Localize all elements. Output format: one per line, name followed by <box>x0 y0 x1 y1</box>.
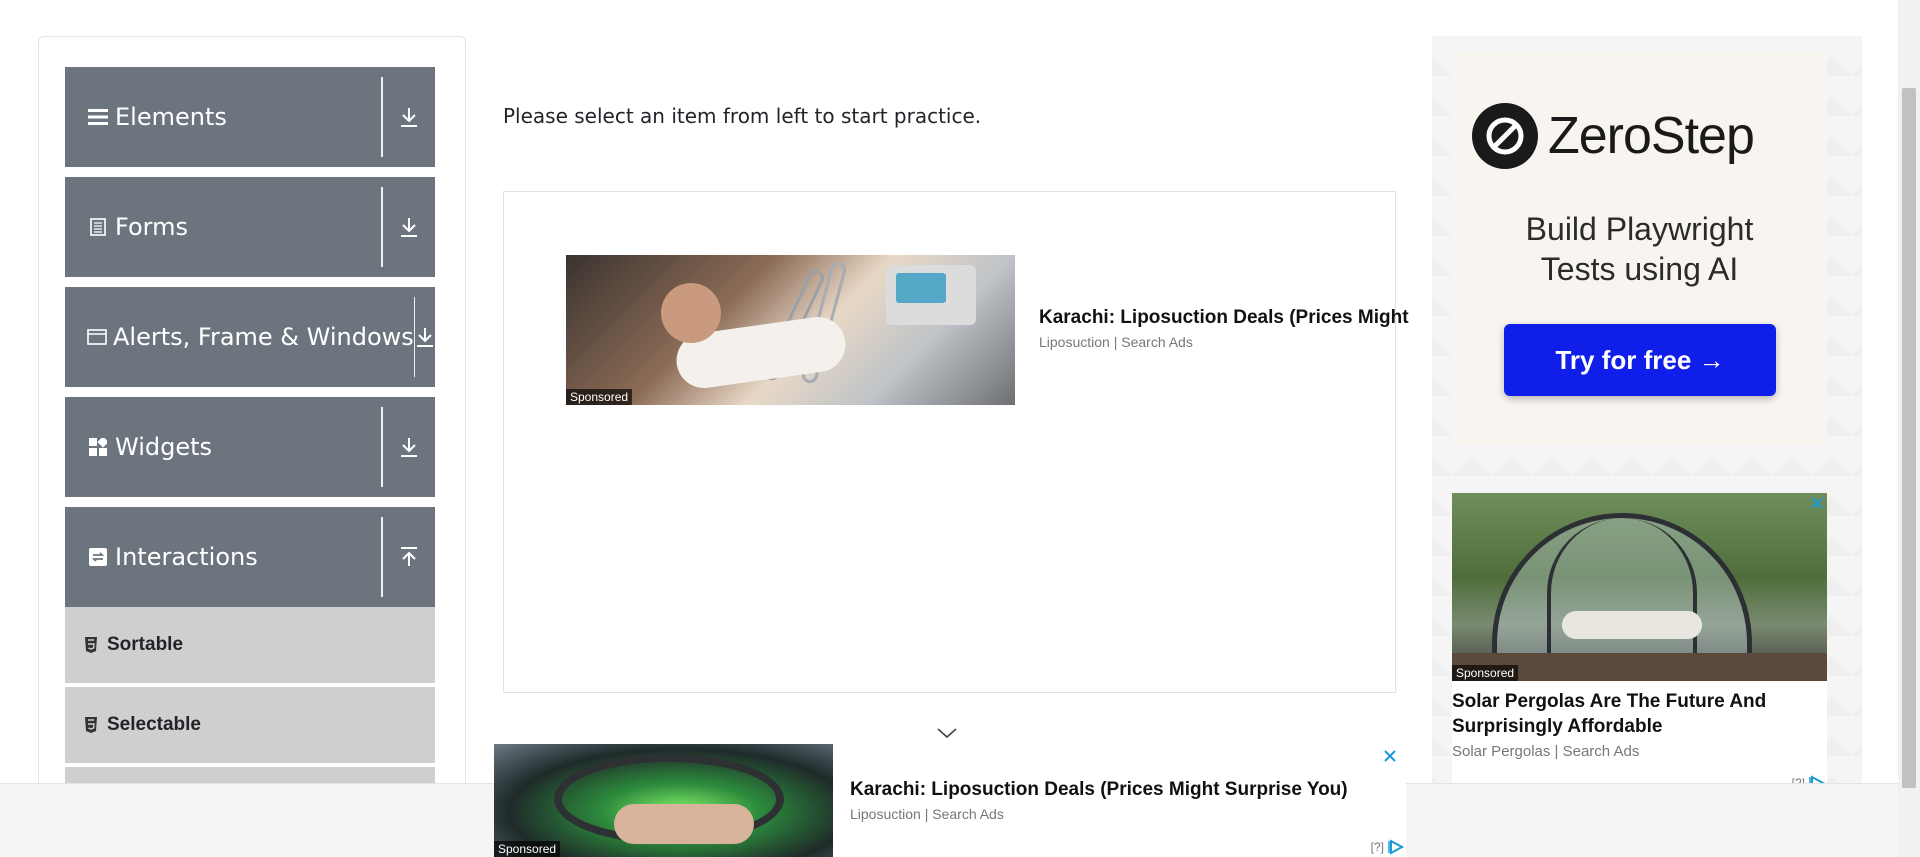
adchoices[interactable]: [?] <box>1371 839 1406 855</box>
close-icon[interactable] <box>1809 495 1825 511</box>
zerostep-tagline-line1: Build Playwright <box>1525 211 1754 247</box>
zerostep-tagline-line2: Tests using AI <box>1540 251 1739 287</box>
window-icon <box>87 326 107 348</box>
collapse-icon[interactable] <box>383 507 435 607</box>
group-forms[interactable]: Forms <box>65 177 435 277</box>
divider <box>381 407 383 487</box>
group-forms-label: Forms <box>115 213 188 241</box>
adchoices-icon <box>1388 839 1405 855</box>
sponsored-label: Sponsored <box>494 841 561 857</box>
divider <box>381 187 383 267</box>
ad-source: Liposuction | Search Ads <box>1039 334 1193 350</box>
html5-icon <box>83 637 99 653</box>
ad-source: Liposuction | Search Ads <box>850 806 1004 822</box>
ad-title[interactable]: Karachi: Liposuction Deals (Prices Might <box>1039 307 1409 329</box>
expand-icon[interactable] <box>383 397 435 497</box>
zerostep-tagline: Build Playwright Tests using AI <box>1452 209 1827 289</box>
instruction-text: Please select an item from left to start… <box>503 104 982 128</box>
chevron-down-icon[interactable] <box>936 726 958 740</box>
ad-source: Solar Pergolas | Search Ads <box>1452 743 1640 760</box>
sidebar-item-selectable[interactable]: Selectable <box>65 687 435 765</box>
bottom-ad[interactable]: Sponsored Karachi: Liposuction Deals (Pr… <box>494 744 1406 857</box>
group-widgets[interactable]: Widgets <box>65 397 435 497</box>
pergola-ad[interactable]: Sponsored Solar Pergolas Are The Future … <box>1452 493 1827 791</box>
widgets-icon <box>87 436 109 458</box>
ad-image: Sponsored <box>1452 493 1827 681</box>
expand-icon[interactable] <box>415 287 435 387</box>
zerostep-brand: ZeroStep <box>1548 107 1755 165</box>
right-ad-column: ZeroStep Build Playwright Tests using AI… <box>1432 36 1862 857</box>
interactions-icon <box>87 546 109 568</box>
group-widgets-label: Widgets <box>115 433 213 461</box>
zerostep-logo: ZeroStep <box>1472 103 1755 169</box>
group-interactions[interactable]: Interactions <box>65 507 435 607</box>
sidebar-item-label: Selectable <box>107 714 201 735</box>
ad-image: Sponsored <box>566 255 1015 405</box>
group-alerts-label: Alerts, Frame & Windows <box>113 323 414 351</box>
group-interactions-label: Interactions <box>115 543 258 571</box>
ad-title[interactable]: Solar Pergolas Are The Future And Surpri… <box>1452 689 1827 739</box>
left-panel: Elements Forms Alerts, Frame & Windows W… <box>38 36 466 857</box>
adchoices-help[interactable]: [?] <box>1371 840 1384 854</box>
ad-title[interactable]: Karachi: Liposuction Deals (Prices Might… <box>850 779 1348 801</box>
zerostep-logo-icon <box>1472 103 1538 169</box>
menu-icon <box>87 106 109 128</box>
expand-icon[interactable] <box>383 67 435 167</box>
native-ad[interactable]: Sponsored Karachi: Liposuction Deals (Pr… <box>566 255 1436 405</box>
document-icon <box>87 216 109 238</box>
ad-image: Sponsored <box>494 744 833 857</box>
zerostep-ad[interactable]: ZeroStep Build Playwright Tests using AI… <box>1452 53 1827 445</box>
scrollbar-thumb[interactable] <box>1902 88 1916 788</box>
try-for-free-button[interactable]: Try for free → <box>1504 324 1776 396</box>
close-icon[interactable] <box>1382 748 1398 764</box>
group-elements[interactable]: Elements <box>65 67 435 167</box>
sidebar-item-label: Sortable <box>107 634 184 655</box>
divider <box>381 517 383 597</box>
divider <box>413 297 415 377</box>
scrollbar[interactable] <box>1898 0 1920 857</box>
sidebar-item-sortable[interactable]: Sortable <box>65 607 435 685</box>
group-alerts-frame-windows[interactable]: Alerts, Frame & Windows <box>65 287 435 387</box>
ad-frame: Sponsored Karachi: Liposuction Deals (Pr… <box>503 191 1409 693</box>
group-elements-label: Elements <box>115 103 227 131</box>
html5-icon <box>83 717 99 733</box>
divider <box>381 77 383 157</box>
sponsored-label: Sponsored <box>1452 665 1519 681</box>
expand-icon[interactable] <box>383 177 435 277</box>
sponsored-label: Sponsored <box>566 389 633 405</box>
